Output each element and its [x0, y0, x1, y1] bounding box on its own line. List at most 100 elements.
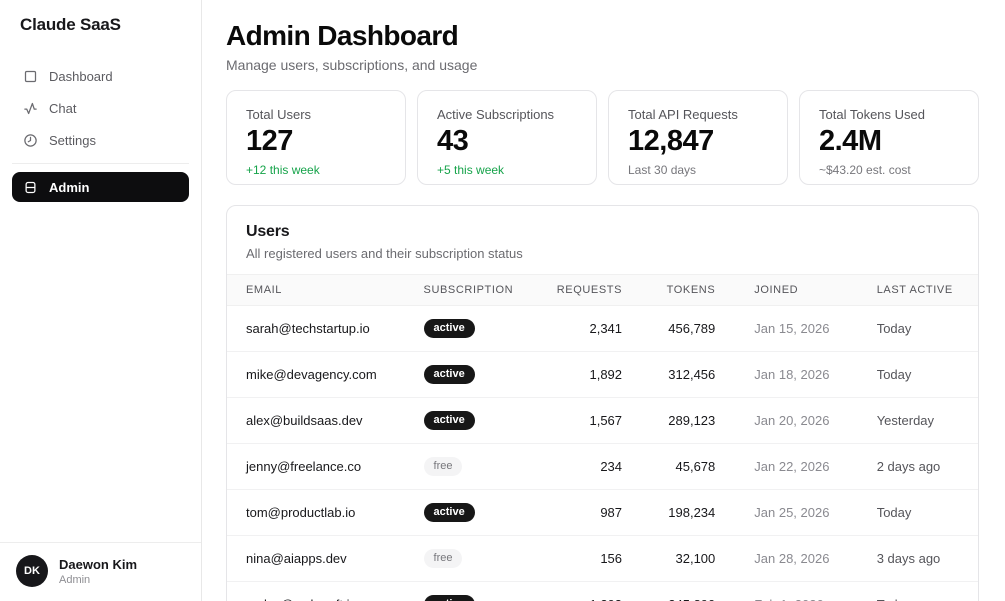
- stat-note: Last 30 days: [628, 163, 697, 177]
- table-row: nina@aiapps.dev free 156 32,100 Jan 28, …: [227, 536, 978, 582]
- nav-divider: [12, 163, 189, 164]
- users-table-head: Email Subscription Requests Tokens Joine…: [227, 274, 978, 306]
- sidebar-item-settings[interactable]: Settings: [12, 125, 189, 155]
- stat-card: Total Users 127 +12 this week: [226, 90, 406, 185]
- user-email: carlos@webcraft.io: [227, 582, 424, 601]
- stat-value: 12,847: [628, 125, 714, 157]
- user-joined: Jan 25, 2026: [754, 505, 830, 520]
- sidebar-item-label: Dashboard: [49, 68, 113, 84]
- table-row: jenny@freelance.co free 234 45,678 Jan 2…: [227, 444, 978, 490]
- table-row: tom@productlab.io active 987 198,234 Jan…: [227, 490, 978, 536]
- user-email: sarah@techstartup.io: [246, 321, 370, 336]
- user-last-active: Today: [877, 582, 978, 601]
- subscription-badge: free: [423, 549, 463, 568]
- column-header: Subscription: [423, 284, 514, 296]
- app-window: Claude SaaS Dashboard Chat Settings Admi…: [0, 0, 1005, 601]
- subscription-cell: active: [423, 306, 528, 352]
- user-joined: Jan 20, 2026: [754, 413, 830, 428]
- column-header: Joined: [754, 284, 799, 296]
- column-header: Requests: [556, 284, 623, 296]
- subscription-badge: active: [423, 595, 475, 601]
- stat-value: 2.4M: [819, 125, 882, 157]
- user-email: alex@buildsaas.dev: [246, 413, 363, 428]
- users-card: Users All registered users and their sub…: [226, 205, 979, 601]
- subscription-cell: active: [423, 490, 528, 536]
- user-last-active: Today: [876, 321, 912, 336]
- stats-row: Total Users 127 +12 this week Active Sub…: [226, 90, 979, 185]
- activity-icon: [22, 100, 38, 116]
- stat-label: Total Users: [246, 107, 312, 122]
- user-profile[interactable]: DK Daewon Kim Admin: [0, 542, 201, 601]
- user-role: Admin: [59, 573, 91, 586]
- subscription-cell: active: [423, 398, 528, 444]
- user-last-active: 2 days ago: [876, 459, 941, 474]
- column-header: Last Active: [876, 284, 953, 296]
- stat-note: +12 this week: [246, 163, 320, 177]
- user-tokens: 456,789: [668, 321, 716, 336]
- user-tokens: 312,456: [668, 367, 716, 382]
- user-email: nina@aiapps.dev: [246, 551, 347, 566]
- user-info: Daewon Kim Admin: [59, 557, 137, 586]
- users-card-title: Users: [246, 223, 290, 240]
- sidebar-item-dashboard[interactable]: Dashboard: [12, 61, 189, 91]
- user-email: tom@productlab.io: [246, 505, 356, 520]
- column-header: Tokens: [666, 284, 716, 296]
- subscription-badge: free: [423, 457, 463, 476]
- avatar: DK: [16, 555, 48, 587]
- subscription-badge: active: [423, 503, 475, 522]
- sidebar-item-chat[interactable]: Chat: [12, 93, 189, 123]
- user-name: Daewon Kim: [59, 556, 138, 572]
- user-requests: 987: [600, 505, 623, 520]
- stat-label: Active Subscriptions: [437, 107, 555, 122]
- user-last-active: 3 days ago: [876, 551, 941, 566]
- user-requests: 156: [600, 551, 623, 566]
- users-table: Email Subscription Requests Tokens Joine…: [227, 274, 978, 601]
- header-row: Email Subscription Requests Tokens Joine…: [227, 274, 978, 306]
- main-content: Admin Dashboard Manage users, subscripti…: [202, 0, 1005, 601]
- stat-value: 43: [437, 125, 469, 157]
- user-requests: 234: [600, 459, 623, 474]
- stat-note: +5 this week: [437, 163, 505, 177]
- stat-card: Total API Requests 12,847 Last 30 days: [608, 90, 788, 185]
- stat-note: ~$43.20 est. cost: [819, 163, 911, 177]
- brand-title: Claude SaaS: [20, 15, 121, 34]
- sidebar-item-admin[interactable]: Admin: [12, 172, 189, 202]
- stat-value: 127: [246, 125, 293, 157]
- user-requests: 1,892: [589, 367, 623, 382]
- stat-card: Active Subscriptions 43 +5 this week: [417, 90, 597, 185]
- sidebar-item-label: Chat: [49, 100, 77, 116]
- user-joined: Feb 1, 2026: [715, 582, 876, 601]
- subscription-cell: active: [423, 582, 528, 601]
- users-table-body: sarah@techstartup.io active 2,341 456,78…: [227, 306, 978, 601]
- sidebar-item-label: Settings: [49, 132, 96, 148]
- user-joined: Jan 15, 2026: [754, 321, 830, 336]
- database-icon: [22, 179, 38, 195]
- page-subtitle: Manage users, subscriptions, and usage: [226, 57, 478, 73]
- subscription-badge: active: [423, 319, 475, 338]
- user-tokens: 198,234: [668, 505, 716, 520]
- user-last-active: Today: [876, 505, 912, 520]
- user-joined: Jan 28, 2026: [754, 551, 830, 566]
- user-tokens: 289,123: [668, 413, 716, 428]
- user-requests: 1,567: [589, 413, 623, 428]
- user-joined: Jan 22, 2026: [754, 459, 830, 474]
- table-row: alex@buildsaas.dev active 1,567 289,123 …: [227, 398, 978, 444]
- user-joined: Jan 18, 2026: [754, 367, 830, 382]
- stat-label: Total Tokens Used: [819, 107, 925, 122]
- user-requests: 2,341: [589, 321, 623, 336]
- user-email: mike@devagency.com: [246, 367, 377, 382]
- user-email: jenny@freelance.co: [246, 459, 362, 474]
- subscription-badge: active: [423, 411, 475, 430]
- user-requests: 1,203: [528, 582, 622, 601]
- subscription-cell: active: [423, 352, 528, 398]
- user-last-active: Yesterday: [876, 413, 935, 428]
- column-header: Email: [246, 284, 283, 296]
- subscription-cell: free: [423, 444, 528, 490]
- user-tokens: 32,100: [675, 551, 716, 566]
- table-row: carlos@webcraft.io active 1,203 245,890 …: [227, 582, 978, 601]
- user-tokens: 245,890: [622, 582, 715, 601]
- clock-icon: [22, 132, 38, 148]
- user-last-active: Today: [876, 367, 912, 382]
- table-row: mike@devagency.com active 1,892 312,456 …: [227, 352, 978, 398]
- subscription-cell: free: [423, 536, 528, 582]
